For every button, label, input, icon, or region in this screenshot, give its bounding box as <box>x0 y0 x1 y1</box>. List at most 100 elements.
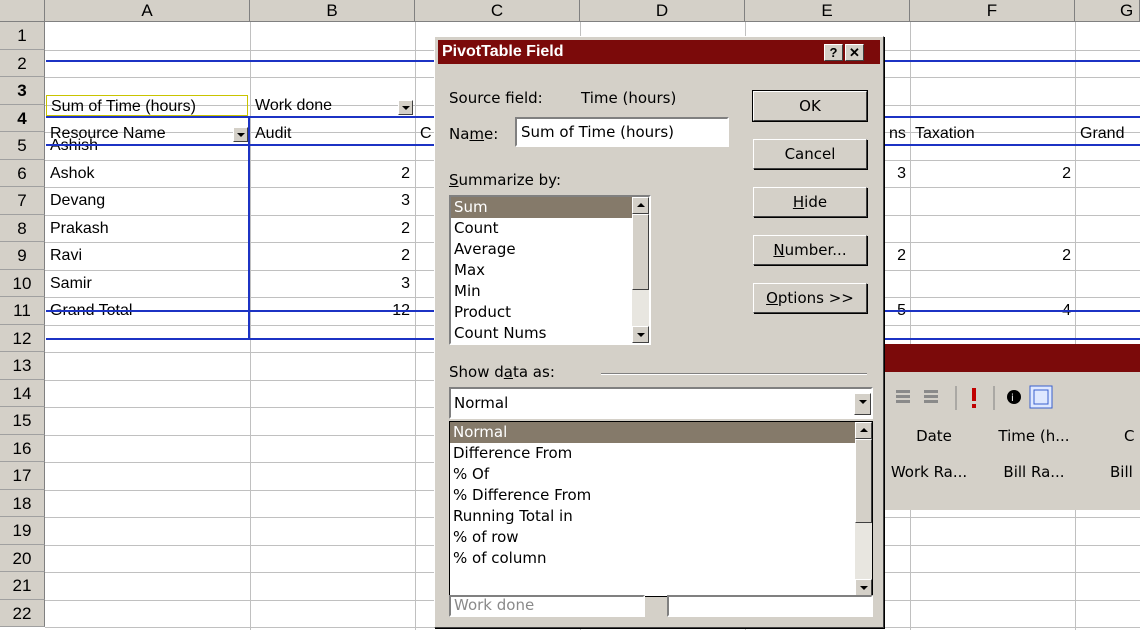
pivot-column-field[interactable]: Work done <box>251 95 414 116</box>
pivottable-toolbar[interactable]: i Date Time (h... C Work Ra... Bill Ra..… <box>884 344 1140 510</box>
pivot-value-audit[interactable]: 3 <box>251 190 414 211</box>
name-field[interactable]: Sum of Time (hours) <box>515 117 729 147</box>
pivot-value-taxation[interactable]: 2 <box>911 245 1075 266</box>
scroll-down-button[interactable] <box>855 579 872 596</box>
pivot-row-label[interactable]: Devang <box>46 190 246 211</box>
scroll-up-button[interactable] <box>632 197 649 214</box>
show-data-as-value: Normal <box>454 394 509 412</box>
row-header[interactable]: 6 <box>0 159 45 187</box>
column-header-b[interactable]: B <box>250 0 415 22</box>
pivot-value-taxation[interactable] <box>911 273 1075 294</box>
column-header-a[interactable]: A <box>45 0 250 22</box>
close-button[interactable]: ✕ <box>845 44 864 61</box>
summarize-by-listbox[interactable]: Sum Count Average Max Min Product Count Nums <box>449 195 651 345</box>
pivot-value-col-e[interactable] <box>885 218 910 239</box>
pivot-value-taxation[interactable] <box>911 218 1075 239</box>
scroll-thumb[interactable] <box>855 439 872 523</box>
row-header[interactable]: 12 <box>0 324 45 352</box>
row-header[interactable]: 5 <box>0 132 45 160</box>
select-all-corner[interactable] <box>0 0 45 22</box>
pivot-value-col-e[interactable]: 3 <box>885 163 910 184</box>
row-header[interactable]: 10 <box>0 269 45 297</box>
row-header[interactable]: 11 <box>0 297 45 325</box>
row-header[interactable]: 3 <box>0 77 45 105</box>
column-field-dropdown[interactable] <box>398 100 413 115</box>
row-header[interactable]: 20 <box>0 544 45 572</box>
pivot-value-taxation[interactable] <box>911 190 1075 211</box>
field-button-partial[interactable]: C <box>1124 418 1140 454</box>
toolbar-icons: i <box>896 385 1053 410</box>
pivot-value-audit[interactable]: 2 <box>251 163 414 184</box>
row-header[interactable]: 16 <box>0 434 45 462</box>
scroll-down-button[interactable] <box>632 326 649 343</box>
field-button-work-rate[interactable]: Work Ra... <box>884 454 974 490</box>
column-header-d[interactable]: D <box>580 0 745 22</box>
row-header[interactable]: 4 <box>0 104 45 132</box>
pivot-row-label[interactable]: Prakash <box>46 218 246 239</box>
show-data-option[interactable]: % of row <box>450 527 872 548</box>
summarize-option[interactable]: Max <box>451 260 649 281</box>
row-header[interactable]: 7 <box>0 187 45 215</box>
field-button-date[interactable]: Date <box>884 418 984 454</box>
dropdown-scrollbar[interactable] <box>855 422 872 596</box>
pivot-value-audit[interactable]: 2 <box>251 218 414 239</box>
show-data-option[interactable]: % Difference From <box>450 485 872 506</box>
pivot-value-col-e[interactable] <box>885 190 910 211</box>
pivot-value-col-e[interactable] <box>885 273 910 294</box>
pivot-col-item-grand[interactable]: Grand <box>1076 123 1140 144</box>
row-header[interactable]: 19 <box>0 517 45 545</box>
row-header[interactable]: 22 <box>0 599 45 627</box>
show-data-option[interactable]: % of column <box>450 548 872 569</box>
summarize-option[interactable]: Count Nums <box>451 323 649 343</box>
column-header-e[interactable]: E <box>745 0 910 22</box>
column-header-c[interactable]: C <box>415 0 580 22</box>
hide-button[interactable]: Hide <box>753 187 867 217</box>
summarize-option[interactable]: Sum <box>451 197 649 218</box>
pivot-value-col-e[interactable]: 2 <box>885 245 910 266</box>
row-header[interactable]: 14 <box>0 379 45 407</box>
column-header-f[interactable]: F <box>910 0 1075 22</box>
row-header[interactable]: 8 <box>0 214 45 242</box>
pivot-row-label[interactable]: Ravi <box>46 245 246 266</box>
pivot-value-taxation[interactable]: 2 <box>911 163 1075 184</box>
scroll-thumb[interactable] <box>632 214 649 290</box>
options-button[interactable]: Options >> <box>753 283 867 313</box>
pivot-row-label[interactable]: Samir <box>46 273 246 294</box>
pivot-row-label[interactable]: Ashok <box>46 163 246 184</box>
pivot-value-audit[interactable]: 2 <box>251 245 414 266</box>
number-button[interactable]: Number... <box>753 235 867 265</box>
row-header[interactable]: 18 <box>0 489 45 517</box>
field-button-bill[interactable]: Bill <box>1110 454 1140 490</box>
dialog-title-bar[interactable]: PivotTable Field ? ✕ <box>438 40 880 64</box>
row-header[interactable]: 13 <box>0 352 45 380</box>
summarize-option[interactable]: Product <box>451 302 649 323</box>
cancel-button[interactable]: Cancel <box>753 139 867 169</box>
show-data-option[interactable]: Difference From <box>450 443 872 464</box>
ok-button[interactable]: OK <box>752 90 868 122</box>
chevron-down-icon[interactable] <box>854 393 871 415</box>
pivot-value-audit[interactable]: 3 <box>251 273 414 294</box>
pivot-col-item-c[interactable]: C <box>416 123 434 144</box>
toolbar-title-bar[interactable] <box>884 344 1140 372</box>
help-button[interactable]: ? <box>824 44 843 61</box>
show-data-option[interactable]: Running Total in <box>450 506 872 527</box>
row-header[interactable]: 17 <box>0 462 45 490</box>
show-data-option[interactable]: % Of <box>450 464 872 485</box>
pivot-data-field[interactable]: Sum of Time (hours) <box>46 95 248 116</box>
column-header-g[interactable]: G <box>1075 0 1140 22</box>
row-header[interactable]: 15 <box>0 407 45 435</box>
summarize-option[interactable]: Min <box>451 281 649 302</box>
row-header[interactable]: 2 <box>0 49 45 77</box>
summarize-scrollbar[interactable] <box>632 197 649 343</box>
summarize-option[interactable]: Count <box>451 218 649 239</box>
scroll-up-button[interactable] <box>855 422 872 439</box>
row-header[interactable]: 1 <box>0 22 45 50</box>
field-button-bill-rate[interactable]: Bill Ra... <box>984 454 1084 490</box>
show-data-option[interactable]: Normal <box>450 422 872 443</box>
row-header[interactable]: 9 <box>0 242 45 270</box>
show-data-as-dropdown-list[interactable]: Normal Difference From% Of% Difference Fr… <box>449 421 873 597</box>
row-header[interactable]: 21 <box>0 572 45 600</box>
show-data-as-combo[interactable]: Normal <box>449 387 873 419</box>
summarize-option[interactable]: Average <box>451 239 649 260</box>
field-button-time[interactable]: Time (h... <box>984 418 1084 454</box>
